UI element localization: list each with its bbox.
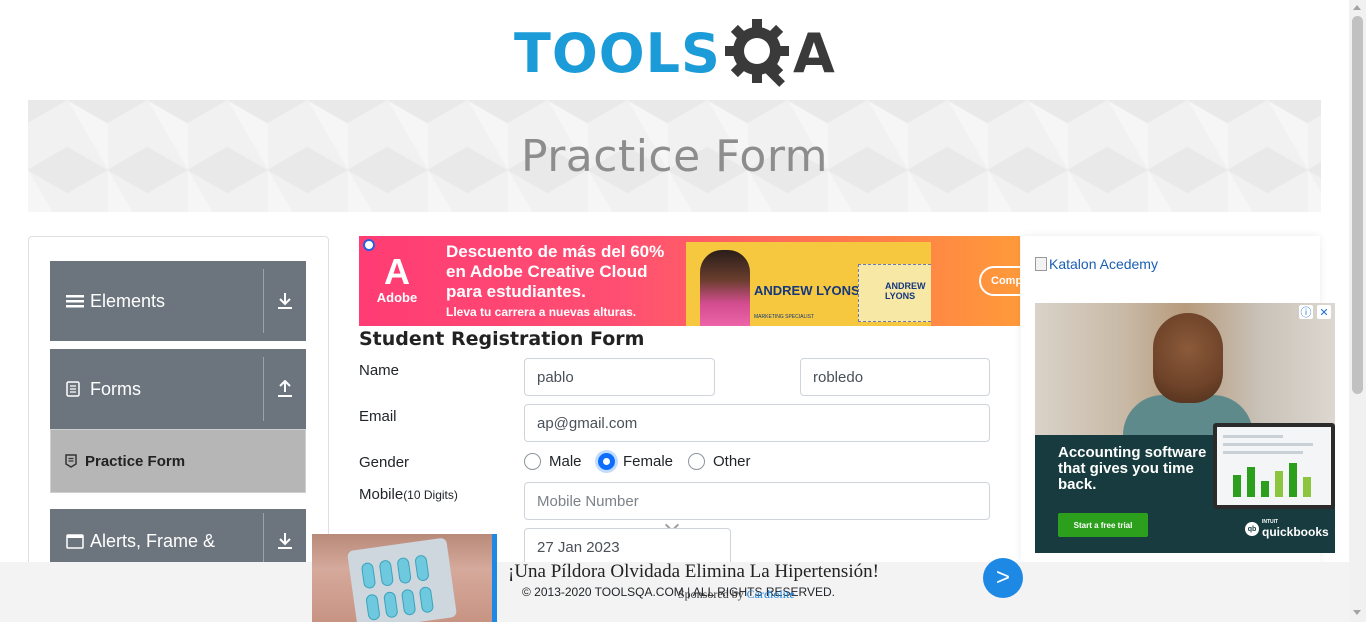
window-icon [66,533,84,549]
adobe-logo: A Adobe [375,251,419,306]
qb-ad-photo [1035,303,1335,455]
ad-person-role: MARKETING SPECIALIST [754,314,815,320]
name-label: Name [359,362,400,379]
logo-a-text: A [792,22,835,85]
page: TOOLS A Practice Form Elements Forms Pra… [0,0,1366,622]
sponsored-text: Sponsored by [678,587,744,601]
sidebar-item-practice-form[interactable]: Practice Form [50,429,306,493]
adobe-wordmark: Adobe [376,290,418,305]
bottom-ad-image[interactable] [312,534,497,622]
qb-laptop-image [1213,423,1335,509]
qb-brand-words: INTUIT quickbooks [1262,519,1329,539]
katalon-link[interactable]: Katalon Acedemy [1035,256,1158,272]
ad-controls: ⓘ ✕ [1299,305,1331,319]
ad-card-name: ANDREW LYONS [885,281,926,301]
download-arrow-icon[interactable] [264,532,306,550]
last-name-input[interactable] [800,358,990,396]
gender-radio-female[interactable]: Female [598,453,673,470]
sidebar-group-label: Forms [90,378,141,399]
scrollbar-thumb[interactable] [1352,16,1363,394]
sponsor-name[interactable]: Cardiolite [747,587,795,601]
radio-button-selected[interactable] [598,453,615,470]
gender-radio-male[interactable]: Male [524,453,582,470]
mobile-input[interactable] [524,482,990,520]
ad-person-image [700,250,750,326]
email-label: Email [359,408,397,425]
qb-brand-text: quickbooks [1262,525,1329,539]
ad-choices-icon[interactable] [363,239,375,251]
ad-copy: Descuento de más del 60% en Adobe Creati… [446,242,686,319]
page-title: Practice Form [520,130,829,182]
ad-next-button[interactable]: > [983,558,1023,598]
mobile-label: Mobile(10 Digits) [359,486,458,503]
page-banner: Practice Form [28,100,1321,212]
first-name-input[interactable] [524,358,715,396]
ad-headline: Descuento de más del 60% en Adobe Creati… [446,242,665,301]
sidebar-group-label: Alerts, Frame & [90,530,216,551]
close-icon[interactable]: ✕ [1317,305,1331,319]
ad-accent-bar [492,534,497,622]
ad-cta-button[interactable]: Compr [979,266,1020,296]
quickbooks-ad[interactable]: ⓘ ✕ Accounting software that gives you t… [1035,303,1335,553]
logo-tools-text: TOOLS [514,22,721,85]
radio-label: Other [713,453,751,470]
sidebar-group-label: Elements [90,290,166,311]
radio-label: Male [549,453,582,470]
scroll-down-arrow-icon[interactable] [1353,610,1361,615]
mobile-hint: (10 Digits) [403,488,458,502]
gender-radio-other[interactable]: Other [688,453,751,470]
document-icon [66,381,84,397]
ad-business-card: ANDREW LYONS [858,264,931,322]
katalon-link-text: Katalon Acedemy [1049,256,1158,272]
ad-creative-image: ANDREW LYONS MARKETING SPECIALIST ANDREW… [686,242,931,326]
gear-magnifier-icon [724,19,789,87]
quickbooks-logo: qb INTUIT quickbooks [1245,519,1329,539]
radio-button[interactable] [524,453,541,470]
pill-pack-image [346,537,458,622]
upload-arrow-icon[interactable] [264,380,306,398]
form-icon [65,454,77,468]
scroll-up-arrow-icon[interactable] [1353,5,1361,10]
ad-person-name: ANDREW LYONS [754,283,860,298]
bottom-ad-headline[interactable]: ¡Una Píldora Olvidada Elimina La Hiperte… [508,561,879,583]
adobe-mark: A [384,251,410,292]
radio-button[interactable] [688,453,705,470]
vertical-scrollbar[interactable] [1349,0,1366,622]
qb-ad-copy: Accounting software that gives you time … [1058,444,1207,493]
qb-person-head [1153,313,1223,403]
broken-image-icon [1035,257,1047,271]
qb-logo-icon: qb [1245,522,1259,536]
download-arrow-icon[interactable] [264,292,306,310]
qb-ad-footer: Accounting software that gives you time … [1035,423,1335,553]
qb-start-trial-button[interactable]: Start a free trial [1058,513,1148,537]
email-input[interactable] [524,404,990,442]
toolsqa-logo[interactable]: TOOLS A [514,14,844,94]
hamburger-icon [66,293,84,309]
radio-label: Female [623,453,674,470]
sidebar-group-elements[interactable]: Elements [50,261,306,341]
gender-label: Gender [359,454,410,471]
sidebar-item-label: Practice Form [85,452,186,470]
ad-subline: Lleva tu carrera a nuevas alturas. [446,305,637,319]
form-title: Student Registration Form [359,328,645,350]
ad-info-icon[interactable]: ⓘ [1299,305,1313,319]
sponsored-label: Sponsored by Cardiolite [678,587,795,602]
adobe-ad-banner[interactable]: A Adobe Descuento de más del 60% en Adob… [359,236,1020,326]
mobile-label-text: Mobile [359,486,404,503]
sidebar-group-forms[interactable]: Forms [50,349,306,429]
